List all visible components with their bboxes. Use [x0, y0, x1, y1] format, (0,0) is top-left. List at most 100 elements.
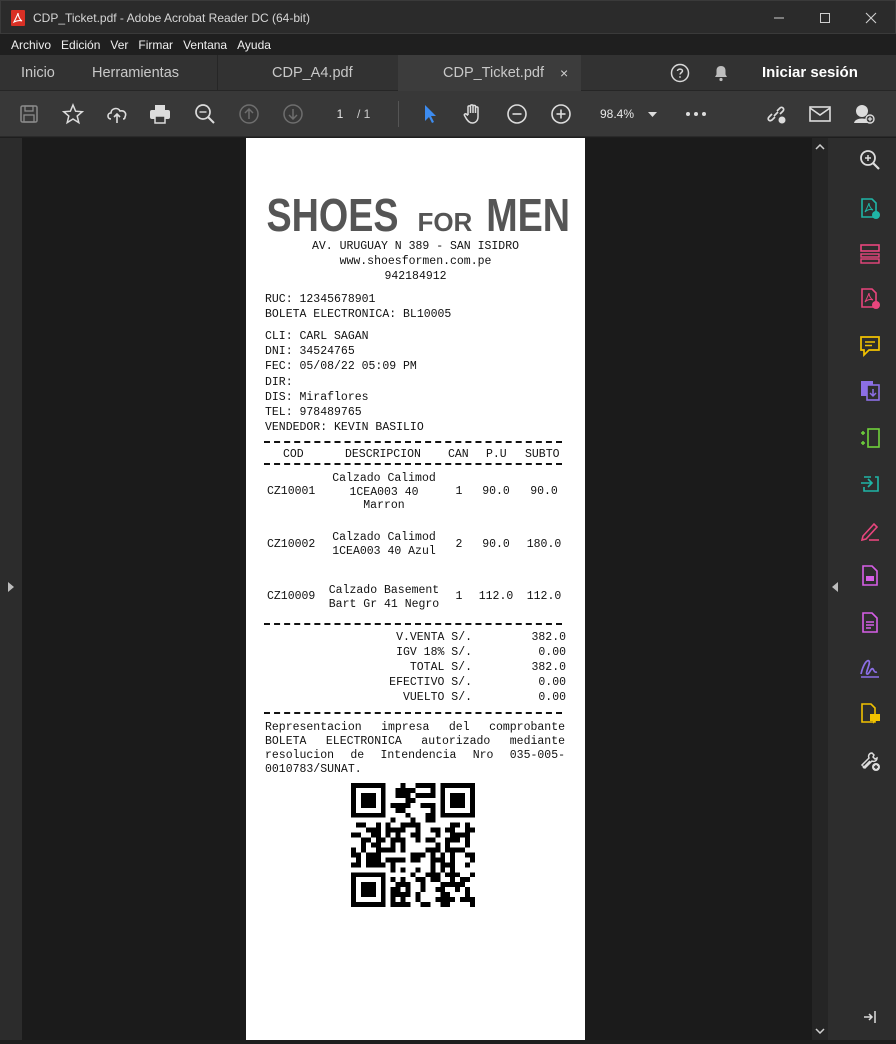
tab-divider [217, 55, 218, 91]
total-value: 382.0 [531, 661, 566, 674]
menu-edicion[interactable]: Edición [61, 38, 100, 52]
maximize-button[interactable] [803, 7, 847, 29]
header-cod: COD [283, 448, 304, 461]
item-1-desc: Calzado Calimod 1CEA003 40 Marron [332, 472, 436, 512]
item-1-cod: CZ10001 [267, 485, 316, 498]
boleta-line: BOLETA ELECTRONICA: BL10005 [265, 308, 452, 321]
total-label: EFECTIVO S/. [389, 676, 472, 689]
store-phone: 942184912 [384, 270, 447, 283]
export-pdf-icon[interactable] [858, 197, 882, 221]
zoom-dropdown[interactable]: 98.4% [594, 103, 664, 125]
scroll-down-icon[interactable] [815, 1028, 825, 1034]
item-3-can: 1 [455, 590, 463, 603]
client-line: CLI: CARL SAGAN [265, 330, 369, 343]
title-bar: CDP_Ticket.pdf - Adobe Acrobat Reader DC… [0, 0, 896, 34]
tab-cdp-a4[interactable]: CDP_A4.pdf [272, 55, 353, 91]
tab-bar: Inicio Herramientas CDP_A4.pdf CDP_Ticke… [0, 55, 896, 91]
toolbar-divider [398, 101, 399, 127]
signin-button[interactable]: Iniciar sesión [762, 64, 858, 81]
help-icon[interactable] [670, 63, 690, 83]
total-value: 382.0 [531, 631, 566, 644]
vertical-scrollbar[interactable] [812, 138, 828, 1040]
zoom-out-icon[interactable] [505, 102, 529, 126]
more-icon[interactable] [684, 102, 708, 126]
cloud-upload-icon[interactable] [105, 102, 129, 126]
zoom-search-icon[interactable] [193, 102, 217, 126]
chevron-down-icon [648, 112, 657, 117]
zoom-in-icon[interactable] [549, 102, 573, 126]
bell-icon[interactable] [712, 63, 730, 83]
item-1-subto: 90.0 [530, 485, 558, 498]
search-zoom-icon[interactable] [858, 148, 882, 172]
fill-sign-icon[interactable] [858, 519, 882, 543]
menu-ayuda[interactable]: Ayuda [237, 38, 271, 52]
tab-close-icon[interactable]: × [560, 65, 568, 81]
organize-pages-icon[interactable] [858, 242, 882, 266]
item-1-pu: 90.0 [482, 485, 510, 498]
edit-pdf-icon[interactable] [858, 564, 882, 588]
item-2-desc: Calzado Calimod 1CEA003 40 Azul [332, 531, 436, 558]
item-3-pu: 112.0 [478, 590, 514, 603]
compress-icon[interactable] [858, 426, 882, 450]
minimize-button[interactable] [757, 7, 801, 29]
separator [264, 623, 562, 625]
collapse-right-panel-icon[interactable] [858, 1005, 882, 1029]
store-logo: SHOES FOR MEN [246, 188, 585, 242]
item-3-subto: 112.0 [526, 590, 562, 603]
add-user-icon[interactable] [852, 102, 876, 126]
qr-code [351, 783, 475, 907]
email-icon[interactable] [808, 102, 832, 126]
menu-ventana[interactable]: Ventana [183, 38, 227, 52]
separator [264, 463, 562, 465]
page-up-icon[interactable] [237, 102, 261, 126]
page-number-input[interactable]: 1 [327, 103, 353, 125]
save-icon[interactable] [17, 102, 41, 126]
comment-icon[interactable] [858, 334, 882, 358]
more-tools-icon[interactable] [858, 749, 882, 773]
store-website: www.shoesformen.com.pe [339, 255, 492, 268]
window-title: CDP_Ticket.pdf - Adobe Acrobat Reader DC… [33, 11, 311, 25]
separator [264, 441, 562, 443]
tab-cdp-ticket[interactable]: CDP_Ticket.pdf × [398, 55, 581, 91]
logo-word-for: FOR [417, 207, 473, 237]
combine-files-icon[interactable] [858, 379, 882, 403]
header-subto: SUBTO [525, 448, 560, 461]
close-window-button[interactable] [849, 7, 893, 29]
maximize-icon [820, 13, 830, 23]
ruc-line: RUC: 12345678901 [265, 293, 376, 306]
expand-left-panel-icon[interactable] [8, 582, 14, 592]
item-2-pu: 90.0 [482, 538, 510, 551]
dni-line: DNI: 34524765 [265, 345, 355, 358]
create-pdf-icon[interactable] [858, 287, 882, 311]
total-label: TOTAL S/. [409, 661, 472, 674]
select-cursor-icon[interactable] [418, 102, 442, 126]
export-icon[interactable] [858, 472, 882, 496]
total-value: 0.00 [538, 646, 566, 659]
sign-icon[interactable] [858, 656, 882, 680]
total-label: VUELTO S/. [402, 691, 472, 704]
address-line: DIR: [265, 376, 293, 389]
star-icon[interactable] [61, 102, 85, 126]
total-value: 0.00 [538, 676, 566, 689]
header-can: CAN [448, 448, 469, 461]
page-down-icon[interactable] [281, 102, 305, 126]
menu-archivo[interactable]: Archivo [11, 38, 51, 52]
date-line: FEC: 05/08/22 05:09 PM [265, 360, 417, 373]
item-3-cod: CZ10009 [267, 590, 316, 603]
left-panel-gutter [0, 138, 22, 1040]
collapse-panel-icon[interactable] [832, 582, 838, 592]
close-icon [865, 12, 877, 24]
client-phone-line: TEL: 978489765 [265, 406, 362, 419]
scroll-up-icon[interactable] [815, 144, 825, 150]
tab-herramientas[interactable]: Herramientas [92, 55, 179, 91]
total-label: V.VENTA S/. [396, 631, 472, 644]
logo-word-shoes: SHOES [266, 189, 399, 241]
send-for-comments-icon[interactable] [858, 702, 882, 726]
print-icon[interactable] [148, 102, 172, 126]
hand-icon[interactable] [461, 102, 485, 126]
tab-inicio[interactable]: Inicio [21, 55, 55, 91]
protect-icon[interactable] [858, 611, 882, 635]
menu-firmar[interactable]: Firmar [138, 38, 173, 52]
share-link-icon[interactable] [764, 102, 788, 126]
menu-ver[interactable]: Ver [110, 38, 128, 52]
